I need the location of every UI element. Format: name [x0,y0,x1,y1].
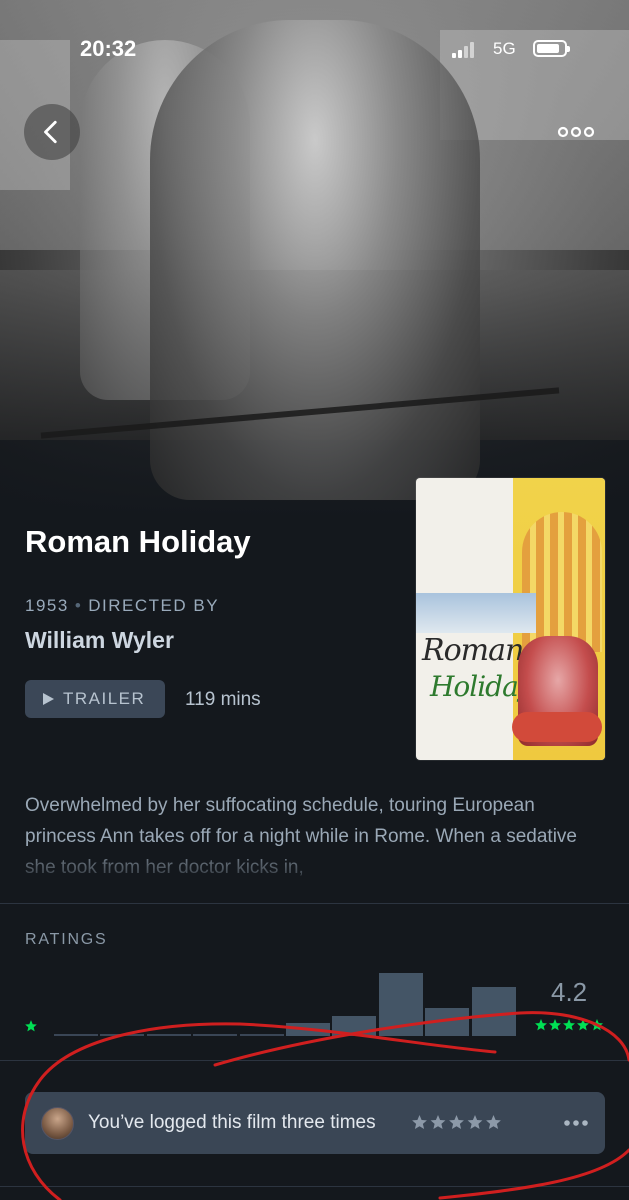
activity-log-card[interactable]: You’ve logged this film three times [25,1092,605,1154]
histogram-bar[interactable] [100,1034,145,1036]
histogram-bar[interactable] [425,1008,470,1036]
more-horizontal-icon[interactable] [563,1115,589,1131]
log-status-text: You’ve logged this film three times [88,1112,376,1133]
network-label: 5G [493,39,516,58]
histogram-bar[interactable] [146,1034,191,1036]
play-icon [43,693,54,705]
director-link[interactable]: William Wyler [25,627,174,654]
film-title: Roman Holiday [25,524,251,559]
poster-title-line1: Roman [422,633,524,668]
battery-icon [533,40,570,57]
film-meta: 1953 • DIRECTED BY [25,596,220,615]
star-icon [25,1020,37,1032]
histogram-bar[interactable] [378,973,423,1036]
rating-stars-icon[interactable] [411,1115,503,1132]
histogram-bar[interactable] [286,1023,330,1036]
directed-by-label: DIRECTED BY [88,596,220,615]
film-year[interactable]: 1953 [25,596,69,615]
signal-icon [452,42,478,58]
chevron-left-icon [44,120,57,144]
trailer-button[interactable]: TRAILER [25,680,165,718]
trailer-label: TRAILER [63,689,146,708]
histogram-bar[interactable] [239,1034,284,1036]
histogram-bar[interactable] [54,1034,98,1036]
ratings-histogram[interactable] [54,965,520,1036]
histogram-bar[interactable] [193,1034,238,1036]
status-bar: 20:32 5G [0,36,629,70]
divider [0,1060,629,1061]
avatar[interactable] [41,1107,74,1140]
divider [0,1186,629,1187]
poster-hills [416,593,536,633]
average-rating[interactable]: 4.2 [551,977,587,1008]
back-button[interactable] [24,104,80,160]
more-horizontal-icon [557,126,595,138]
histogram-bar[interactable] [332,1016,377,1036]
film-poster[interactable]: Roman Holiday [416,478,605,760]
runtime: 119 mins [185,689,261,710]
synopsis-fade [25,852,605,886]
poster-scooter [512,712,602,742]
synopsis[interactable]: Overwhelmed by her suffocating schedule,… [25,790,605,886]
backdrop-figure-man [150,20,480,500]
divider [0,903,629,904]
status-time: 20:32 [80,36,137,61]
five-stars-icon [535,1019,603,1031]
more-options-button[interactable] [548,104,604,160]
histogram-bar[interactable] [471,987,516,1036]
ratings-label: RATINGS [25,931,108,948]
backdrop-image [0,0,629,520]
